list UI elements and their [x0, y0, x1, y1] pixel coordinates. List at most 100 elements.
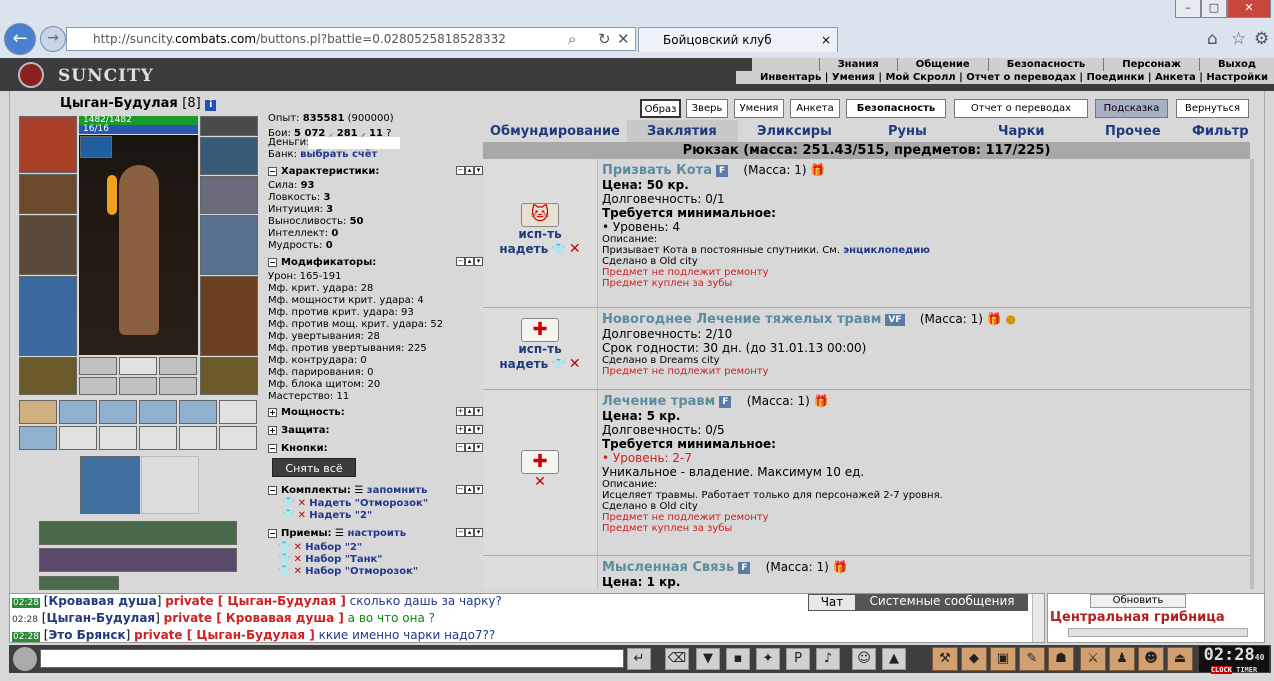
- stop-icon[interactable]: ✕: [617, 30, 630, 48]
- character-icon[interactable]: ☗: [1048, 647, 1074, 671]
- hammer-icon[interactable]: ⚒: [932, 647, 958, 671]
- characteristics-header[interactable]: − Характеристики:: [268, 166, 379, 177]
- btn-hint[interactable]: Подсказка: [1095, 99, 1168, 118]
- scroll-slot-empty[interactable]: [59, 426, 97, 450]
- tab-runes[interactable]: Руны: [888, 123, 927, 142]
- sets-header[interactable]: − Комплекты: ☰ запомнить: [268, 485, 427, 496]
- battle-icon[interactable]: ⚔: [1080, 647, 1106, 671]
- scroll-slot-empty[interactable]: [179, 426, 217, 450]
- item-name[interactable]: Мысленная Связь: [602, 560, 734, 575]
- protection-header[interactable]: + Защита:: [268, 425, 329, 436]
- delete-icon[interactable]: ✕: [298, 510, 310, 521]
- menu-character[interactable]: Персонаж: [1103, 58, 1199, 71]
- friends-icon[interactable]: ☻: [1138, 647, 1164, 671]
- characteristics-arrows[interactable]: − ▴ ▾: [456, 166, 483, 175]
- drop-icon[interactable]: ✕: [534, 474, 546, 490]
- exit-icon[interactable]: ⏏: [1167, 647, 1193, 671]
- refresh-button[interactable]: Обновить: [1090, 594, 1186, 608]
- power-arrows[interactable]: + ▴ ▾: [456, 407, 483, 416]
- location-slider[interactable]: [1068, 628, 1248, 637]
- settings-gear-icon[interactable]: ⚙: [1254, 29, 1269, 49]
- use-link[interactable]: исп-ть: [483, 227, 597, 241]
- ring-slot-5[interactable]: [119, 377, 157, 395]
- buttons-header[interactable]: − Кнопки:: [268, 443, 328, 454]
- message-author[interactable]: Цыган-Будулая: [46, 611, 155, 625]
- tab-close-icon[interactable]: ×: [821, 28, 831, 52]
- smiley-icon[interactable]: ☺: [852, 648, 876, 670]
- eraser-icon[interactable]: ⌫: [665, 648, 689, 670]
- scroll-slot[interactable]: [59, 400, 97, 424]
- drop-icon[interactable]: ✕: [569, 241, 581, 257]
- message-time[interactable]: 02:28: [12, 615, 38, 625]
- scroll-slot[interactable]: [179, 400, 217, 424]
- pet-bag-slot[interactable]: [80, 456, 140, 514]
- encyclopedia-link[interactable]: энциклопедию: [843, 245, 930, 256]
- tab-chat[interactable]: Чат: [808, 594, 856, 611]
- minimize-button[interactable]: –: [1175, 0, 1201, 18]
- setup-link[interactable]: настроить: [347, 528, 406, 539]
- address-bar[interactable]: http://suncity.combats.com/buttons.pl?ba…: [66, 27, 636, 51]
- message-time[interactable]: 02:28: [12, 598, 40, 608]
- delete-icon[interactable]: ✕: [294, 554, 306, 565]
- modifiers-header[interactable]: − Модификаторы:: [268, 257, 376, 268]
- scroll-slot-empty[interactable]: [219, 400, 257, 424]
- bag-icon[interactable]: ◆: [961, 647, 987, 671]
- send-icon[interactable]: ↵: [627, 648, 651, 670]
- protection-arrows[interactable]: + ▴ ▾: [456, 425, 483, 434]
- scroll-slot[interactable]: [19, 400, 57, 424]
- tab-system-messages[interactable]: Системные сообщения: [856, 594, 1028, 611]
- sub-menu[interactable]: Инвентарь | Умения | Мой Скролл | Отчет …: [736, 71, 1274, 84]
- ring-slot-1[interactable]: [79, 357, 117, 375]
- techniques-bar-2[interactable]: [39, 548, 237, 572]
- info-icon[interactable]: i: [205, 100, 217, 111]
- browser-tab[interactable]: Бойцовский клуб ×: [638, 27, 838, 52]
- shield-slot[interactable]: [200, 215, 258, 275]
- home-icon[interactable]: ⌂: [1207, 29, 1218, 49]
- btn-pet[interactable]: Зверь: [686, 99, 728, 118]
- tab-charms[interactable]: Чарки: [998, 123, 1045, 142]
- btn-transfer-report[interactable]: Отчет о переводах: [954, 99, 1088, 118]
- technique-link[interactable]: Набор "2": [305, 542, 362, 553]
- message-time[interactable]: 02:28: [12, 632, 40, 642]
- sets-arrows[interactable]: − ▴ ▾: [456, 485, 483, 494]
- technique-link[interactable]: Набор "Танк": [305, 554, 382, 565]
- legs-slot[interactable]: [200, 276, 258, 356]
- techniques-bar-3[interactable]: [39, 576, 119, 590]
- favorites-icon[interactable]: ☆: [1231, 29, 1246, 49]
- private-tag[interactable]: private [ Цыган-Будулая ]: [165, 594, 346, 608]
- gloves-slot[interactable]: [200, 176, 258, 214]
- search-icon[interactable]: ⌕: [568, 30, 576, 48]
- message-author[interactable]: Кровавая душа: [48, 594, 156, 608]
- scroll-slot-empty[interactable]: [139, 426, 177, 450]
- drop-icon[interactable]: ✕: [569, 356, 581, 372]
- item-name[interactable]: Новогоднее Лечение тяжелых травм: [602, 312, 881, 327]
- remember-link[interactable]: запомнить: [367, 485, 428, 496]
- filter-icon[interactable]: ▼: [696, 648, 720, 670]
- btn-security[interactable]: Безопасность: [846, 99, 946, 118]
- buff-icon[interactable]: [80, 136, 112, 158]
- item-name[interactable]: Призвать Кота: [602, 163, 712, 178]
- weapon-slot[interactable]: [19, 215, 77, 275]
- technique-link[interactable]: Набор "Отморозок": [305, 566, 418, 577]
- ring-slot-6[interactable]: [159, 377, 197, 395]
- technique-row[interactable]: 👕 ✕ Набор "2": [278, 542, 362, 553]
- menu-knowledge[interactable]: Знания: [818, 58, 897, 71]
- scrollbar[interactable]: [1250, 159, 1254, 589]
- btn-profile[interactable]: Анкета: [790, 99, 840, 118]
- sound-icon[interactable]: ♪: [816, 648, 840, 670]
- maximize-button[interactable]: □: [1201, 0, 1227, 18]
- technique-row[interactable]: 👕 ✕ Набор "Танк": [278, 554, 383, 565]
- modifiers-arrows[interactable]: − ▴ ▾: [456, 257, 483, 266]
- wear-link[interactable]: надеть: [499, 357, 548, 371]
- techniques-arrows[interactable]: − ▴ ▾: [456, 528, 483, 537]
- btn-skills[interactable]: Умения: [734, 99, 784, 118]
- private-log-icon[interactable]: P: [786, 648, 810, 670]
- item-name[interactable]: Лечение травм: [602, 394, 715, 409]
- set-link[interactable]: Надеть "2": [309, 510, 372, 521]
- chat-scrollbar[interactable]: [1032, 594, 1044, 642]
- helmet-slot[interactable]: [19, 116, 77, 173]
- ring-slot-4[interactable]: [79, 377, 117, 395]
- scroll-slot[interactable]: [99, 400, 137, 424]
- btn-return[interactable]: Вернуться: [1176, 99, 1249, 118]
- belt-slot[interactable]: [19, 357, 77, 395]
